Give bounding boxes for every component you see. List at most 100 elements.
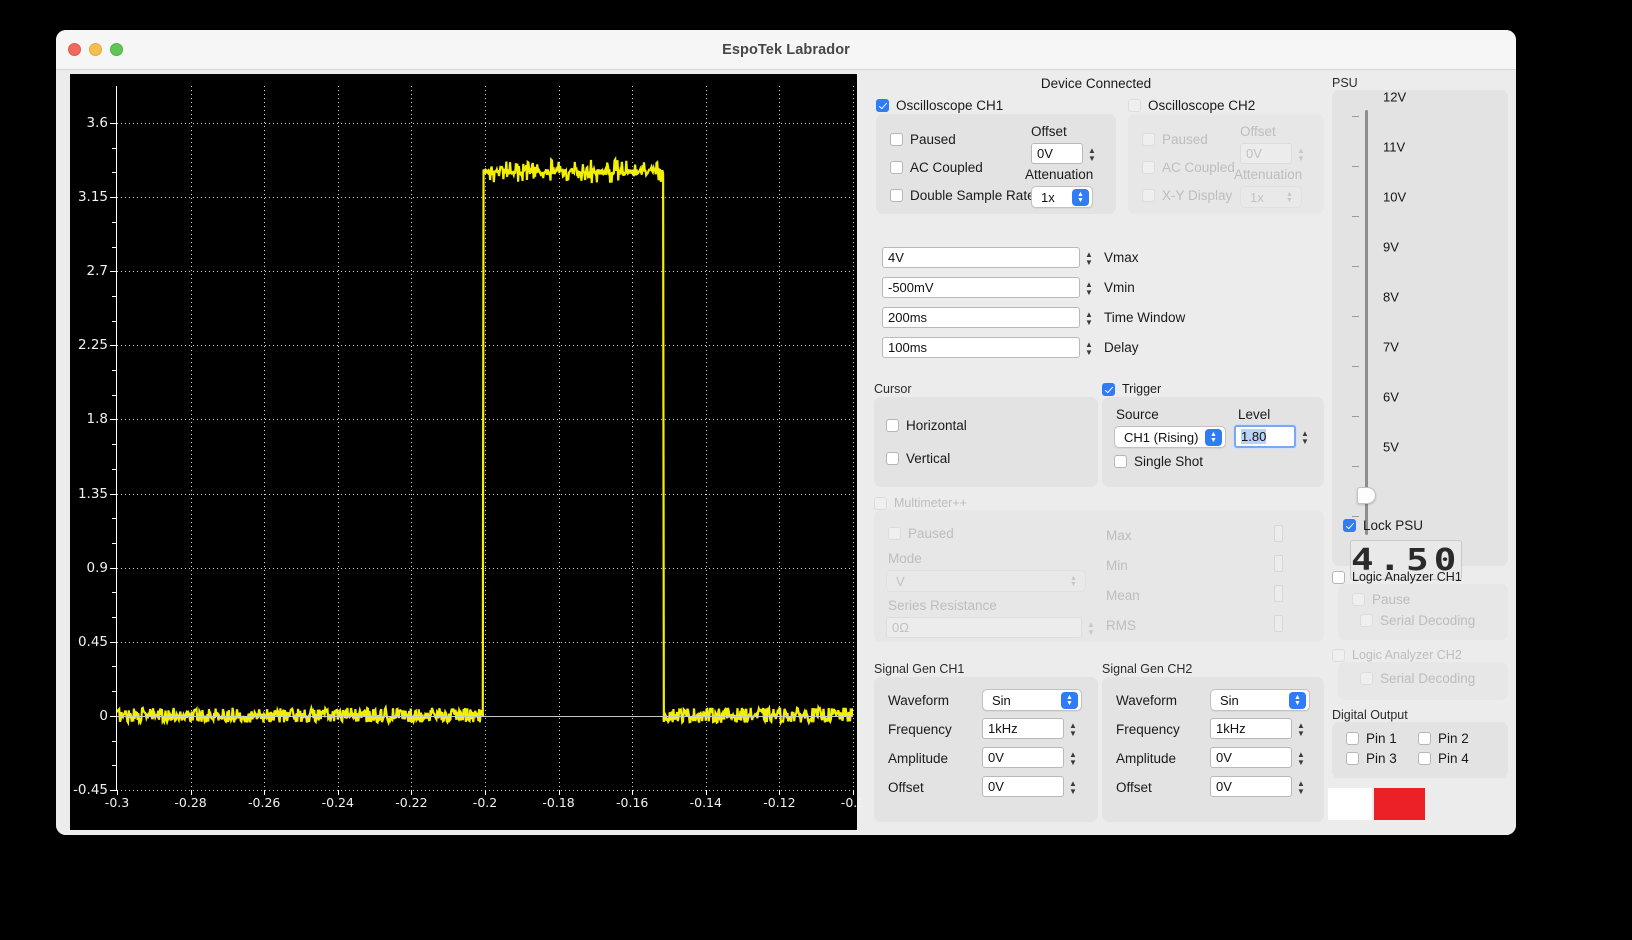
grid-line-vertical [705, 86, 707, 790]
vmax-input[interactable]: 4V [882, 247, 1080, 268]
siggen-ch2-offset-stepper[interactable]: ▲ ▼ [1294, 776, 1308, 798]
digital-output-pin2-checkbox[interactable]: Pin 2 [1418, 731, 1469, 746]
chevron-updown-icon[interactable]: ▲ ▼ [1289, 692, 1306, 709]
right-controls-column: PSU 12V 11V 10V 9V 8V 7V 6V 5V Lock PSU 4.50 Lo… [1328, 70, 1512, 835]
checkbox-icon[interactable] [1346, 732, 1359, 745]
scope-plot-area[interactable]: -0.3 -0.28 -0.26 -0.24 -0.22 -0.2 -0.18 -0.16 -0… [73, 86, 865, 810]
y-axis-label: -0.45 [73, 782, 108, 798]
digital-output-pin1-checkbox[interactable]: Pin 1 [1346, 731, 1397, 746]
checkbox-icon[interactable] [874, 496, 887, 510]
delay-input[interactable]: 100ms [882, 337, 1080, 358]
checkbox-icon[interactable] [1343, 519, 1356, 532]
multimeter-min-value [1274, 555, 1283, 572]
trigger-single-shot-label: Single Shot [1134, 454, 1204, 469]
y-axis-minor-tick [112, 468, 117, 470]
ch1-paused-checkbox[interactable]: Paused [890, 132, 956, 147]
checkbox-icon [1352, 593, 1365, 606]
checkbox-icon[interactable] [1418, 752, 1431, 765]
siggen-ch2-frequency-stepper[interactable]: ▲ ▼ [1294, 718, 1308, 740]
siggen-ch2-waveform-select[interactable]: Sin ▲ ▼ [1210, 689, 1310, 711]
ch1-offset-input[interactable]: 0V [1031, 143, 1083, 164]
checkbox-icon[interactable] [1114, 455, 1127, 468]
oscilloscope-ch2-label: Oscilloscope CH2 [1148, 98, 1256, 113]
time-window-input[interactable]: 200ms [882, 307, 1080, 328]
oscilloscope-ch1-enable[interactable]: Oscilloscope CH1 [876, 98, 1003, 113]
siggen-ch1-frequency-input[interactable]: 1kHz [982, 718, 1064, 739]
siggen-ch2-amplitude-stepper[interactable]: ▲ ▼ [1294, 747, 1308, 769]
siggen-ch2-frequency-input[interactable]: 1kHz [1210, 718, 1292, 739]
oscilloscope-display[interactable]: -0.3 -0.28 -0.26 -0.24 -0.22 -0.2 -0.18 -0.16 -0… [70, 74, 865, 830]
vmin-stepper[interactable]: ▲ ▼ [1082, 277, 1096, 299]
checkbox-icon[interactable] [1418, 732, 1431, 745]
chevron-updown-icon[interactable]: ▲ ▼ [1061, 692, 1078, 709]
time-window-stepper[interactable]: ▲ ▼ [1082, 307, 1096, 329]
siggen-ch1-amplitude-stepper[interactable]: ▲ ▼ [1066, 747, 1080, 769]
vmin-input[interactable]: -500mV [882, 277, 1080, 298]
chevron-updown-icon[interactable]: ▲ ▼ [1205, 429, 1222, 446]
psu-scale-label: 12V [1383, 89, 1407, 105]
siggen-ch2-amplitude-input[interactable]: 0V [1210, 747, 1292, 768]
cursor-panel: Horizontal Vertical [874, 397, 1098, 487]
maximize-button-icon[interactable] [110, 43, 123, 56]
ch2-attenuation-label: Attenuation [1234, 167, 1303, 182]
checkbox-icon[interactable] [886, 452, 899, 465]
ch1-double-sample-rate-label: Double Sample Rate [910, 188, 1035, 203]
digital-output-pin4-checkbox[interactable]: Pin 4 [1418, 751, 1469, 766]
y-axis-label: 2.7 [86, 263, 108, 280]
multimeter-rms-label: RMS [1106, 618, 1136, 633]
swatch-red[interactable] [1374, 788, 1425, 820]
psu-slider-track[interactable] [1365, 110, 1368, 535]
siggen-ch1-offset-input[interactable]: 0V [982, 776, 1064, 797]
checkbox-icon[interactable] [1128, 99, 1141, 112]
psu-scale-label: 9V [1383, 239, 1399, 255]
cursor-horizontal-checkbox[interactable]: Horizontal [886, 418, 967, 433]
checkbox-icon[interactable] [876, 99, 889, 112]
multimeter-enable-checkbox[interactable]: Multimeter++ [874, 496, 967, 510]
psu-panel: 12V 11V 10V 9V 8V 7V 6V 5V Lock PSU 4.50 [1332, 89, 1508, 580]
lock-psu-checkbox[interactable]: Lock PSU [1343, 518, 1423, 533]
digital-output-pin3-checkbox[interactable]: Pin 3 [1346, 751, 1397, 766]
window-body: -0.3 -0.28 -0.26 -0.24 -0.22 -0.2 -0.18 -0.16 -0… [56, 70, 1516, 835]
siggen-ch2-offset-input[interactable]: 0V [1210, 776, 1292, 797]
checkbox-icon[interactable] [1346, 752, 1359, 765]
grid-line-horizontal [117, 419, 853, 421]
cursor-vertical-checkbox[interactable]: Vertical [886, 451, 950, 466]
siggen-ch1-offset-stepper[interactable]: ▲ ▼ [1066, 776, 1080, 798]
ch1-attenuation-select[interactable]: 1x ▲ ▼ [1031, 186, 1093, 208]
multimeter-max-value [1274, 525, 1283, 542]
trigger-level-input[interactable]: 1.80 [1234, 425, 1296, 448]
ch1-offset-stepper[interactable]: ▲ ▼ [1085, 143, 1099, 165]
ch1-paused-label: Paused [910, 132, 956, 147]
logic-analyzer-ch1-enable[interactable]: Logic Analyzer CH1 [1332, 570, 1462, 584]
x-axis-label: -0.1 [840, 795, 866, 810]
checkbox-icon[interactable] [890, 133, 903, 146]
trigger-enable-checkbox[interactable]: Trigger [1102, 382, 1161, 396]
lock-psu-label: Lock PSU [1363, 518, 1424, 533]
logic-ch1-serial-decoding-checkbox: Serial Decoding [1360, 613, 1475, 628]
chevron-updown-icon[interactable]: ▲ ▼ [1072, 189, 1089, 206]
psu-slider-handle[interactable] [1357, 487, 1376, 504]
ch1-ac-coupled-label: AC Coupled [910, 160, 983, 175]
close-button-icon[interactable] [68, 43, 81, 56]
oscilloscope-ch2-enable[interactable]: Oscilloscope CH2 [1128, 98, 1255, 113]
delay-stepper[interactable]: ▲ ▼ [1082, 337, 1096, 359]
ch1-ac-coupled-checkbox[interactable]: AC Coupled [890, 160, 983, 175]
minimize-button-icon[interactable] [89, 43, 102, 56]
grid-line-vertical [411, 86, 413, 790]
siggen-ch1-frequency-stepper[interactable]: ▲ ▼ [1066, 718, 1080, 740]
checkbox-icon[interactable] [890, 189, 903, 202]
siggen-ch1-waveform-select[interactable]: Sin ▲ ▼ [982, 689, 1082, 711]
ch2-ac-coupled-checkbox: AC Coupled [1142, 160, 1235, 175]
checkbox-icon[interactable] [1332, 570, 1345, 584]
digital-output-panel: Pin 1 Pin 2 Pin 3 Pin 4 [1332, 722, 1508, 778]
trigger-source-select[interactable]: CH1 (Rising) ▲ ▼ [1114, 426, 1226, 448]
trigger-single-shot-checkbox[interactable]: Single Shot [1114, 454, 1203, 469]
siggen-ch1-amplitude-input[interactable]: 0V [982, 747, 1064, 768]
ch1-double-sample-rate-checkbox[interactable]: Double Sample Rate [890, 188, 1035, 203]
vmax-stepper[interactable]: ▲ ▼ [1082, 247, 1096, 269]
checkbox-icon[interactable] [886, 419, 899, 432]
checkbox-icon[interactable] [890, 161, 903, 174]
swatch-white[interactable] [1328, 788, 1372, 820]
trigger-level-stepper[interactable]: ▲ ▼ [1298, 426, 1312, 448]
checkbox-icon[interactable] [1102, 382, 1115, 396]
